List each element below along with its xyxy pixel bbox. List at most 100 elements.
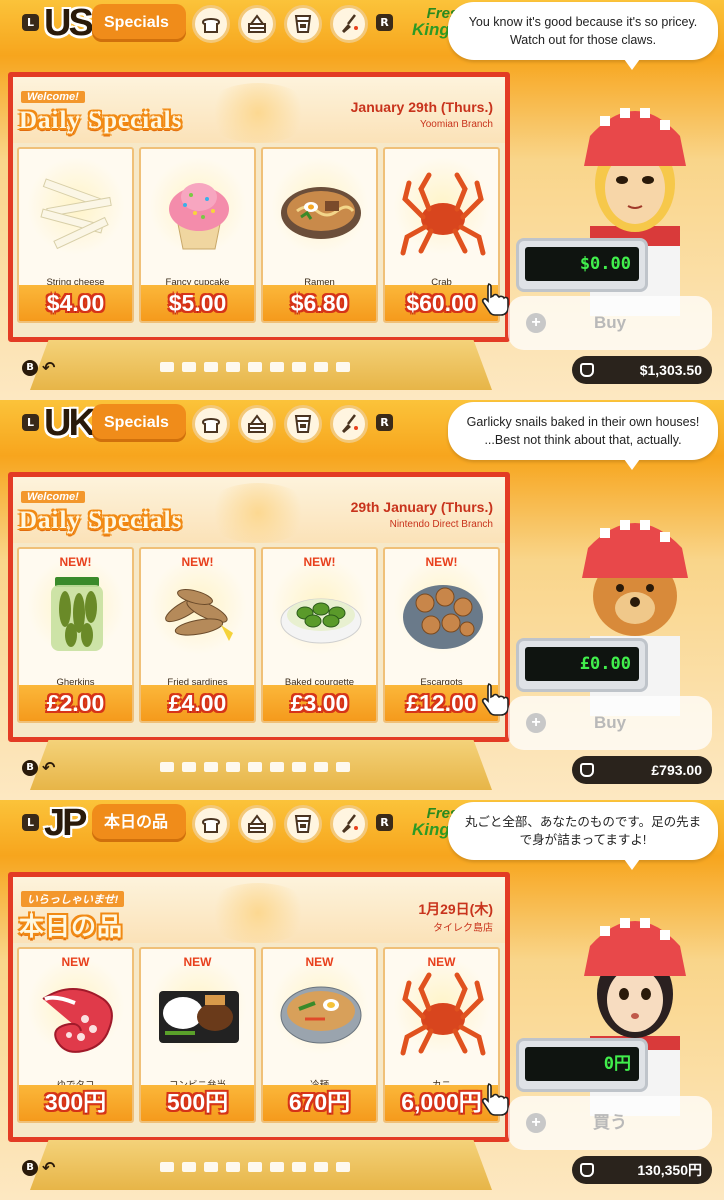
l-shoulder-button[interactable]: L <box>22 14 39 31</box>
item-price: $5.00 <box>168 290 227 316</box>
cake-icon <box>248 14 266 33</box>
item-price: 300円 <box>44 1089 107 1115</box>
board-branch: タイレク島店 <box>433 923 493 934</box>
bread-icon <box>201 18 221 33</box>
register-display: $0.00 <box>525 247 639 281</box>
tray-slots <box>160 762 350 772</box>
crab-icon <box>399 969 487 1057</box>
daily-specials-board: Welcome! Daily Specials 29th January (Th… <box>8 472 510 742</box>
category-drink-button[interactable] <box>284 405 322 443</box>
ramen-icon <box>277 169 365 257</box>
back-arrow-icon[interactable]: ↶ <box>42 358 55 377</box>
register-display: £0.00 <box>525 647 639 681</box>
tab-specials[interactable]: 本日の品 <box>92 804 186 842</box>
back-button[interactable]: B <box>22 1160 38 1176</box>
item-card[interactable]: Fancy cupcake $5.00 <box>139 147 256 323</box>
escargots-icon <box>399 569 487 657</box>
item-price: 500円 <box>166 1089 229 1115</box>
category-specials-button[interactable] <box>330 405 368 443</box>
board-title: Daily Specials <box>19 507 183 534</box>
wallet-amount: 130,350円 <box>637 1162 702 1178</box>
wallet-bag-icon <box>580 363 594 377</box>
board-title: Daily Specials <box>19 107 183 134</box>
l-shoulder-button[interactable]: L <box>22 414 39 431</box>
buy-label: Buy <box>593 313 627 332</box>
buy-button[interactable]: + Buy <box>508 696 712 750</box>
cash-register: $0.00 <box>516 238 648 292</box>
board-header: いらっしゃいませ! 本日の品 1月29日(木) タイレク島店 <box>13 877 505 943</box>
broom-icon <box>342 814 358 833</box>
category-drink-button[interactable] <box>284 805 322 843</box>
bento-icon <box>155 969 243 1057</box>
fried-sardines-icon <box>155 569 243 657</box>
cake-icon <box>248 814 266 833</box>
category-specials-button[interactable] <box>330 805 368 843</box>
category-bread-button[interactable] <box>192 805 230 843</box>
board-date: 29th January (Thurs.) <box>350 499 493 515</box>
item-card[interactable]: NEWコンビニ弁当500円 <box>139 947 256 1123</box>
item-price: $4.00 <box>46 290 105 316</box>
wallet-bag-icon <box>580 1163 594 1177</box>
new-tag: NEW <box>305 955 334 969</box>
r-shoulder-button[interactable]: R <box>376 814 393 831</box>
pointer-hand-icon <box>481 1083 509 1116</box>
tray-slots <box>160 1162 350 1172</box>
item-card[interactable]: NEWゆでタコ300円 <box>17 947 134 1123</box>
category-bread-button[interactable] <box>192 405 230 443</box>
buy-button[interactable]: + 買う <box>508 1096 712 1150</box>
drink-icon <box>294 415 312 433</box>
sunburst-decoration <box>203 83 313 143</box>
cash-register: £0.00 <box>516 638 648 692</box>
back-button[interactable]: B <box>22 760 38 776</box>
wallet-balance: $1,303.50 <box>572 356 712 384</box>
category-specials-button[interactable] <box>330 5 368 43</box>
item-card[interactable]: Ramen $6.80 <box>261 147 378 323</box>
back-arrow-icon[interactable]: ↶ <box>42 758 55 777</box>
item-price: £4.00 <box>168 690 227 716</box>
category-bread-button[interactable] <box>192 5 230 43</box>
crab-icon <box>399 169 487 257</box>
back-arrow-icon[interactable]: ↶ <box>42 1158 55 1177</box>
item-card[interactable]: NEW! Baked courgette £3.00 <box>261 547 378 723</box>
new-tag: NEW! <box>425 555 458 569</box>
category-cake-button[interactable] <box>238 805 276 843</box>
item-price: £2.00 <box>46 690 105 716</box>
shopping-tray <box>30 1140 492 1190</box>
r-shoulder-button[interactable]: R <box>376 14 393 31</box>
pointer-hand-icon <box>481 683 509 716</box>
item-list: NEWゆでタコ300円 NEWコンビニ弁当500円 NEW冷麺670円 NEWカ… <box>17 947 501 1125</box>
drink-icon <box>294 815 312 833</box>
item-card[interactable]: NEW! Gherkins £2.00 <box>17 547 134 723</box>
region-label: US <box>44 2 94 44</box>
daily-specials-board: Welcome! Daily Specials January 29th (Th… <box>8 72 510 342</box>
plus-icon: + <box>526 713 546 733</box>
bread-icon <box>201 818 221 833</box>
item-list: String cheese $4.00 Fancy cupcake $5.00 Ra… <box>17 147 501 325</box>
item-card[interactable]: NEW! Fried sardines £4.00 <box>139 547 256 723</box>
tab-specials[interactable]: Specials <box>92 4 186 42</box>
l-shoulder-button[interactable]: L <box>22 814 39 831</box>
buy-button[interactable]: + Buy <box>508 296 712 350</box>
octopus-icon <box>33 969 121 1057</box>
daily-specials-board: いらっしゃいませ! 本日の品 1月29日(木) タイレク島店 NEWゆでタコ30… <box>8 872 510 1142</box>
board-date: January 29th (Thurs.) <box>350 99 493 115</box>
board-branch: Nintendo Direct Branch <box>389 519 493 530</box>
item-card[interactable]: String cheese $4.00 <box>17 147 134 323</box>
new-tag: NEW! <box>303 555 336 569</box>
sunburst-decoration <box>203 483 313 543</box>
tab-specials[interactable]: Specials <box>92 404 186 442</box>
wallet-amount: £793.00 <box>651 762 702 778</box>
back-button[interactable]: B <box>22 360 38 376</box>
item-card[interactable]: NEW冷麺670円 <box>261 947 378 1123</box>
item-price: £3.00 <box>290 690 349 716</box>
plus-icon: + <box>526 1113 546 1133</box>
shop-panel-us: L US Specials R Fresh Kingdom You know i… <box>0 0 724 400</box>
shopping-tray <box>30 340 492 390</box>
category-cake-button[interactable] <box>238 405 276 443</box>
category-drink-button[interactable] <box>284 5 322 43</box>
speech-bubble: 丸ごと全部、あなたのものです。足の先まで身が詰まってますよ! <box>448 802 718 870</box>
new-tag: NEW! <box>59 555 92 569</box>
category-cake-button[interactable] <box>238 5 276 43</box>
string-cheese-icon <box>33 169 121 257</box>
r-shoulder-button[interactable]: R <box>376 414 393 431</box>
